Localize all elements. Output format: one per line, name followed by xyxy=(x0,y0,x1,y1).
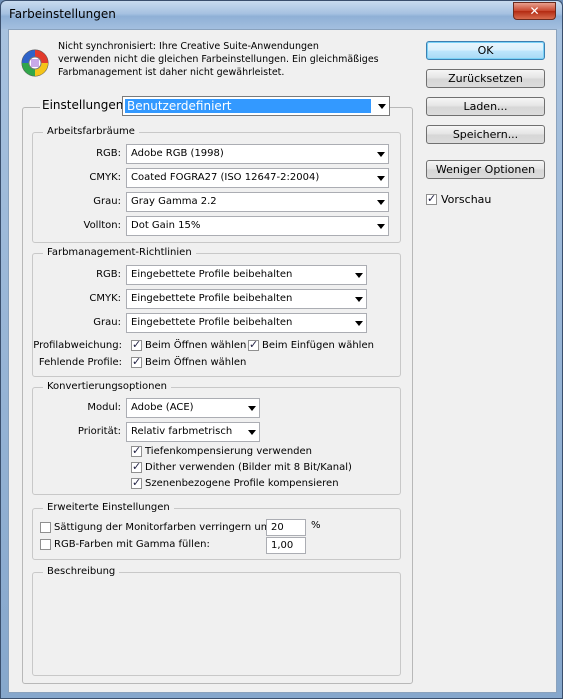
description-group: Beschreibung xyxy=(32,566,401,676)
description-title: Beschreibung xyxy=(43,566,120,577)
fewer-options-button[interactable]: Weniger Optionen xyxy=(426,160,545,179)
chevron-down-icon xyxy=(355,321,363,326)
scene-referred-checkbox[interactable] xyxy=(131,476,142,489)
ws-spot-label: Vollton: xyxy=(83,220,122,231)
chevron-down-icon xyxy=(377,176,385,181)
chevron-down-icon xyxy=(378,104,386,109)
desaturate-label: Sättigung der Monitorfarben verringern u… xyxy=(54,522,274,533)
missing-open-checkbox[interactable] xyxy=(131,355,142,368)
chevron-down-icon xyxy=(377,200,385,205)
sync-warning-text: Nicht synchronisiert: Ihre Creative Suit… xyxy=(58,41,379,78)
dither-checkbox[interactable] xyxy=(131,460,142,473)
preview-checkbox[interactable] xyxy=(426,192,437,205)
engine-select[interactable]: Adobe (ACE) xyxy=(126,398,260,418)
mismatch-paste-label: Beim Einfügen wählen xyxy=(262,340,374,351)
ws-cmyk-select[interactable]: Coated FOGRA27 (ISO 12647-2:2004) xyxy=(126,168,389,188)
chevron-down-icon xyxy=(377,152,385,157)
intent-select[interactable]: Relativ farbmetrisch xyxy=(126,422,260,442)
mismatch-open-checkbox[interactable] xyxy=(131,338,142,351)
blend-gamma-label: RGB-Farben mit Gamma füllen: xyxy=(54,539,210,550)
missing-open-label: Beim Öffnen wählen xyxy=(145,357,247,368)
advanced-group: Erweiterte Einstellungen xyxy=(32,502,401,560)
missing-profiles-label: Fehlende Profile: xyxy=(38,357,122,368)
mismatch-paste-checkbox[interactable] xyxy=(248,338,259,351)
advanced-title: Erweiterte Einstellungen xyxy=(43,502,174,513)
ws-cmyk-label: CMYK: xyxy=(89,172,121,183)
desaturate-input[interactable]: 20 xyxy=(266,519,306,536)
policy-cmyk-select[interactable]: Eingebettete Profile beibehalten xyxy=(126,289,367,309)
preview-label: Vorschau xyxy=(441,193,492,206)
policy-gray-select[interactable]: Eingebettete Profile beibehalten xyxy=(126,313,367,333)
bpc-label: Tiefenkompensierung verwenden xyxy=(145,446,313,457)
scene-referred-label: Szenenbezogene Profile kompensieren xyxy=(145,478,339,489)
reset-button[interactable]: Zurücksetzen xyxy=(426,69,545,88)
dither-label: Dither verwenden (Bilder mit 8 Bit/Kanal… xyxy=(145,462,352,473)
working-spaces-title: Arbeitsfarbräume xyxy=(43,126,139,137)
settings-label: Einstellungen: xyxy=(40,98,130,112)
mismatch-open-label: Beim Öffnen wählen xyxy=(145,340,247,351)
save-button[interactable]: Speichern... xyxy=(426,125,545,144)
policies-title: Farbmanagement-Richtlinien xyxy=(43,247,196,258)
color-wheel-icon xyxy=(21,49,49,77)
window-title: Farbeinstellungen xyxy=(9,7,116,21)
policy-cmyk-label: CMYK: xyxy=(89,293,121,304)
ws-gray-label: Grau: xyxy=(93,196,121,207)
bpc-checkbox[interactable] xyxy=(131,444,142,457)
conversion-title: Konvertierungsoptionen xyxy=(43,381,172,392)
blend-gamma-checkbox[interactable] xyxy=(40,539,51,550)
policy-gray-label: Grau: xyxy=(93,317,121,328)
policy-rgb-label: RGB: xyxy=(96,269,121,280)
chevron-down-icon xyxy=(248,430,256,435)
chevron-down-icon xyxy=(248,406,256,411)
engine-label: Modul: xyxy=(87,402,121,413)
dialog-client-area: Nicht synchronisiert: Ihre Creative Suit… xyxy=(8,29,557,693)
close-button[interactable]: ✕ xyxy=(513,2,556,20)
blend-gamma-input[interactable]: 1,00 xyxy=(266,537,306,554)
policy-rgb-select[interactable]: Eingebettete Profile beibehalten xyxy=(126,265,367,285)
ws-spot-select[interactable]: Dot Gain 15% xyxy=(126,216,389,236)
settings-selected-value: Benutzerdefiniert xyxy=(125,99,371,113)
profile-mismatch-label: Profilabweichung: xyxy=(33,340,122,351)
ok-button[interactable]: OK xyxy=(426,41,545,60)
ws-rgb-select[interactable]: Adobe RGB (1998) xyxy=(126,144,389,164)
intent-label: Priorität: xyxy=(77,426,121,437)
chevron-down-icon xyxy=(355,273,363,278)
load-button[interactable]: Laden... xyxy=(426,97,545,116)
dialog-window: Farbeinstellungen ✕ Nicht synchronisiert… xyxy=(0,0,563,699)
chevron-down-icon xyxy=(355,297,363,302)
desaturate-checkbox[interactable] xyxy=(40,522,51,533)
title-bar[interactable]: Farbeinstellungen ✕ xyxy=(1,1,562,29)
ws-rgb-label: RGB: xyxy=(96,148,121,159)
ws-gray-select[interactable]: Gray Gamma 2.2 xyxy=(126,192,389,212)
chevron-down-icon xyxy=(377,224,385,229)
desaturate-unit: % xyxy=(311,520,321,531)
settings-select[interactable]: Benutzerdefiniert xyxy=(122,96,390,116)
